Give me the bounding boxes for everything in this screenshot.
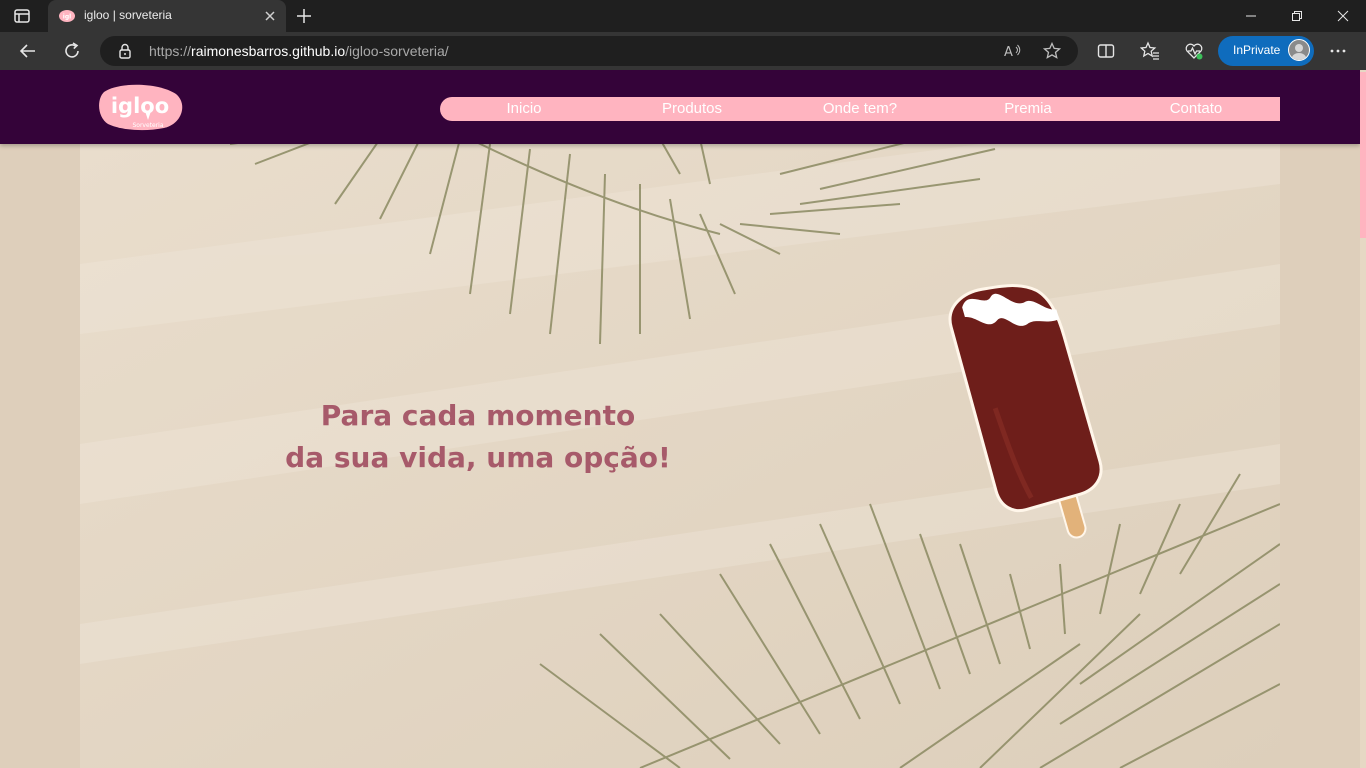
- page-scrollbar[interactable]: [1360, 70, 1366, 768]
- logo-text: igloo: [111, 94, 169, 118]
- popsicle-image: [948, 284, 1103, 539]
- logo-subtitle: Sorveteria: [132, 122, 163, 129]
- nav-item-contato[interactable]: Contato: [1170, 100, 1223, 117]
- health-icon[interactable]: [1184, 41, 1204, 61]
- favicon-icon: igl: [58, 8, 76, 24]
- browser-titlebar: igl igloo | sorveteria: [0, 0, 1366, 32]
- hero-line-1: Para cada momento: [320, 398, 636, 432]
- nav-item-premia[interactable]: Premia: [1004, 100, 1052, 117]
- browser-toolbar: https://raimonesbarros.github.io/igloo-s…: [0, 32, 1366, 70]
- favorites-icon[interactable]: [1139, 41, 1160, 61]
- inprivate-button[interactable]: InPrivate: [1218, 36, 1314, 66]
- refresh-icon[interactable]: [62, 41, 82, 61]
- read-aloud-icon[interactable]: A: [1004, 43, 1022, 60]
- site-header: igloo Sorveteria Inicio Produtos Onde te…: [0, 70, 1360, 144]
- svg-text:igl: igl: [63, 14, 71, 21]
- url-host: raimonesbarros.github.io: [191, 43, 346, 59]
- scrollbar-thumb[interactable]: [1360, 72, 1366, 238]
- avatar: [1288, 39, 1310, 61]
- more-icon[interactable]: [1328, 41, 1348, 61]
- tab-actions-icon[interactable]: [12, 7, 32, 25]
- nav-item-onde-tem[interactable]: Onde tem?: [823, 100, 897, 117]
- hero-line-2: da sua vida, uma opção!: [285, 440, 671, 474]
- url-text[interactable]: https://raimonesbarros.github.io/igloo-s…: [149, 43, 449, 59]
- tab-title: igloo | sorveteria: [84, 8, 172, 22]
- minimize-icon[interactable]: [1228, 0, 1274, 32]
- plus-icon[interactable]: [294, 6, 314, 26]
- main-nav: Inicio Produtos Onde tem? Premia Contato: [440, 97, 1280, 121]
- nav-item-inicio[interactable]: Inicio: [506, 100, 541, 117]
- url-protocol: https://: [149, 43, 192, 59]
- inprivate-label: InPrivate: [1233, 43, 1281, 57]
- hero-banner: Para cada momento da sua vida, uma opção…: [80, 144, 1280, 768]
- nav-item-produtos[interactable]: Produtos: [662, 100, 722, 117]
- close-icon[interactable]: [1320, 0, 1366, 32]
- back-arrow-icon[interactable]: [18, 41, 38, 61]
- address-bar[interactable]: https://raimonesbarros.github.io/igloo-s…: [100, 36, 1078, 66]
- hero-heading: Para cada momento da sua vida, uma opção…: [258, 395, 698, 479]
- star-icon[interactable]: [1042, 41, 1062, 60]
- split-screen-icon[interactable]: [1096, 41, 1116, 61]
- url-path: /igloo-sorveteria/: [345, 43, 449, 59]
- maximize-icon[interactable]: [1274, 0, 1320, 32]
- web-page: igloo Sorveteria Inicio Produtos Onde te…: [0, 70, 1366, 768]
- logo[interactable]: igloo Sorveteria: [98, 84, 184, 132]
- svg-text:A: A: [1004, 45, 1013, 59]
- lock-icon[interactable]: [118, 43, 132, 59]
- close-icon[interactable]: [262, 8, 278, 24]
- browser-tab[interactable]: igl igloo | sorveteria: [48, 0, 286, 32]
